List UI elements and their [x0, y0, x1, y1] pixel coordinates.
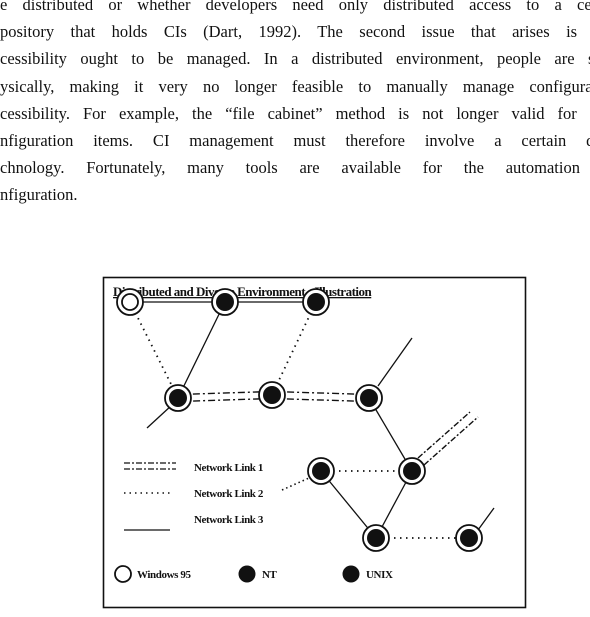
node-nt [398, 457, 426, 485]
node-nt [211, 288, 239, 316]
legend-item-unix: UNIX [342, 565, 393, 583]
legend-item-nt: NT [238, 565, 278, 583]
link-network-link-2 [129, 301, 179, 399]
legend-item-link-3: Network Link 3 [124, 514, 264, 531]
link-stub [281, 477, 310, 491]
legend-label: Network Link 1 [194, 462, 263, 474]
filled-circle-icon [238, 565, 256, 583]
link-network-link-3 [177, 301, 226, 399]
link-network-link-1 [177, 390, 272, 396]
network-illustration: Distributed and Diverse Environment - Il… [102, 276, 527, 609]
node-nt [258, 381, 286, 409]
node-windows-95 [116, 288, 144, 316]
open-circle-icon [121, 293, 139, 311]
figure-title: Distributed and Diverse Environment - Il… [113, 284, 373, 299]
link-network-link-2 [271, 301, 317, 396]
filled-circle-icon [263, 386, 281, 404]
filled-circle-icon [169, 389, 187, 407]
link-network-link-1 [178, 397, 273, 403]
node-nt [302, 288, 330, 316]
legend-label: Network Link 3 [194, 514, 264, 526]
node-nt [455, 524, 483, 552]
legend: Network Link 1 Network Link 2 Network Li… [114, 462, 393, 583]
filled-circle-icon [360, 389, 378, 407]
link-stub [146, 404, 173, 429]
node-nt [362, 524, 390, 552]
link-stub [477, 507, 495, 531]
filled-circle-icon [307, 293, 325, 311]
filled-circle-icon [403, 462, 421, 480]
legend-label: UNIX [366, 569, 393, 581]
filled-circle-icon [367, 529, 385, 547]
network-links [129, 301, 469, 539]
filled-circle-icon [312, 462, 330, 480]
network-nodes [116, 288, 483, 552]
link-network-link-1 [271, 397, 369, 403]
link-network-link-1 [272, 390, 370, 396]
legend-label: Network Link 2 [194, 488, 264, 500]
external-links [146, 337, 495, 531]
open-circle-icon [114, 565, 132, 583]
legend-item-windows95: Windows 95 [114, 565, 192, 583]
legend-item-link-2: Network Link 2 [124, 488, 264, 500]
legend-label: NT [262, 569, 278, 581]
filled-circle-icon [342, 565, 360, 583]
filled-circle-icon [216, 293, 234, 311]
node-nt [307, 457, 335, 485]
figure-frame [102, 276, 527, 609]
node-nt [164, 384, 192, 412]
node-nt [355, 384, 383, 412]
link-stub [417, 411, 471, 459]
filled-circle-icon [460, 529, 478, 547]
link-stub [377, 337, 413, 387]
link-stub [423, 416, 479, 466]
legend-item-link-1: Network Link 1 [124, 462, 263, 474]
legend-label: Windows 95 [137, 569, 191, 581]
